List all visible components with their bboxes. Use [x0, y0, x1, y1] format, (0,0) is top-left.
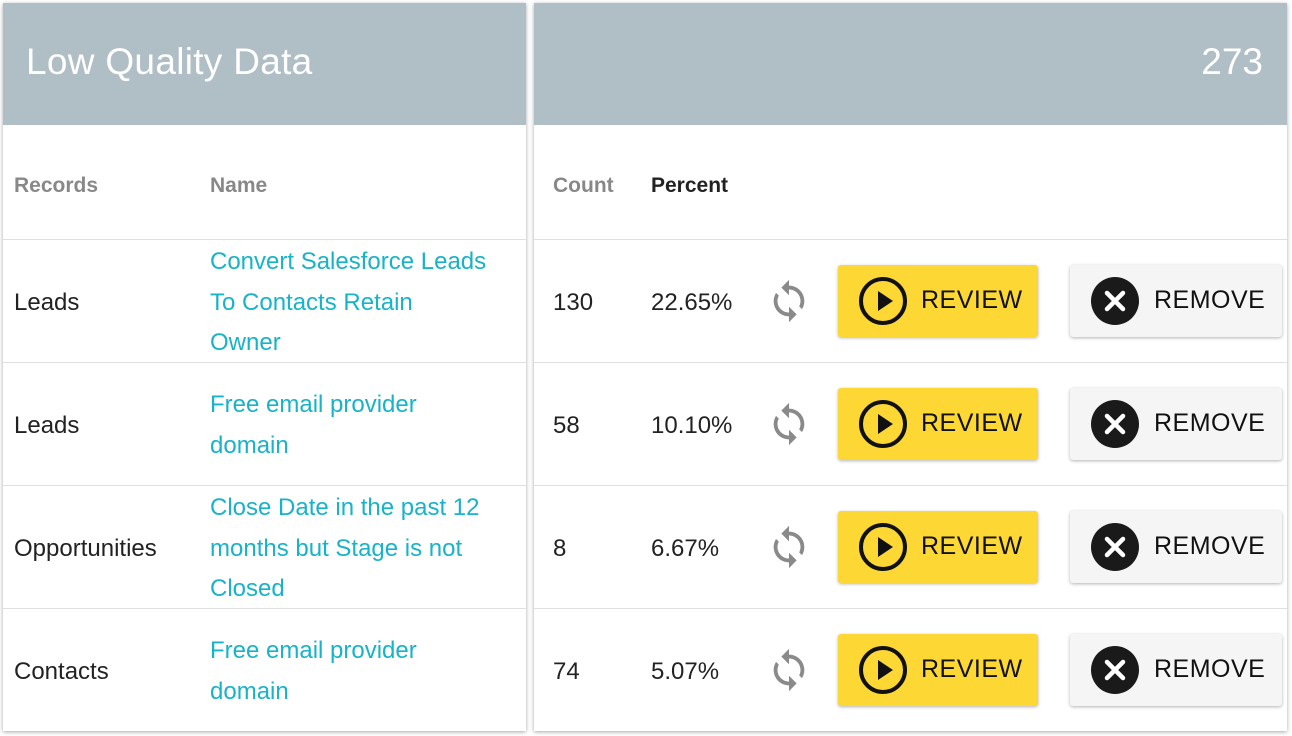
- record-count: 130: [553, 289, 594, 316]
- remove-button[interactable]: REMOVE: [1070, 634, 1282, 706]
- remove-button[interactable]: REMOVE: [1070, 265, 1282, 337]
- close-circle-icon: [1090, 522, 1140, 572]
- column-header-percent: Percent: [651, 174, 729, 197]
- rule-name-line: To Contacts Retain: [210, 288, 413, 316]
- play-circle-icon: [858, 522, 908, 572]
- remove-button[interactable]: REMOVE: [1070, 511, 1282, 583]
- rule-name-line: months but Stage is not: [210, 534, 463, 562]
- record-type: Opportunities: [14, 535, 157, 562]
- refresh-icon[interactable]: [766, 524, 812, 570]
- divider: [534, 485, 1287, 486]
- divider: [3, 239, 526, 240]
- divider: [534, 362, 1287, 363]
- card-title: Low Quality Data: [26, 41, 313, 82]
- rule-name-line: domain: [210, 431, 289, 459]
- close-circle-icon: [1090, 276, 1140, 326]
- rule-name-line: Convert Salesforce Leads: [210, 248, 487, 275]
- divider: [534, 239, 1287, 240]
- card-header: Low Quality Data: [3, 3, 526, 125]
- review-button-label: REVIEW: [921, 409, 1023, 437]
- record-type: Leads: [14, 412, 80, 439]
- total-count: 273: [1201, 41, 1263, 82]
- record-count: 74: [553, 658, 580, 685]
- refresh-icon[interactable]: [766, 278, 812, 324]
- play-circle-icon: [858, 276, 908, 326]
- table-left-section: Low Quality Data Records Name Leads Conv…: [3, 3, 526, 731]
- rule-name-line: Owner: [210, 329, 281, 356]
- rule-name-link[interactable]: Free email provider domain: [210, 631, 417, 712]
- rule-name-line: Free email provider: [210, 391, 417, 418]
- review-button-label: REVIEW: [921, 532, 1023, 560]
- rule-name-line: Closed: [210, 575, 285, 602]
- remove-button-label: REMOVE: [1154, 409, 1266, 437]
- divider: [3, 485, 526, 486]
- record-count: 58: [553, 412, 580, 439]
- record-percent: 5.07%: [651, 658, 720, 685]
- remove-button-label: REMOVE: [1154, 532, 1266, 560]
- column-header-name: Name: [210, 174, 268, 197]
- review-button-label: REVIEW: [921, 286, 1023, 314]
- record-type: Leads: [14, 289, 80, 316]
- review-button[interactable]: REVIEW: [838, 511, 1038, 583]
- table-right-section: 273 Count Percent 130 22.65% REVIEW REMO…: [534, 3, 1287, 731]
- column-header-count: Count: [553, 174, 614, 197]
- column-header-records: Records: [14, 174, 99, 197]
- close-circle-icon: [1090, 399, 1140, 449]
- review-button-label: REVIEW: [921, 655, 1023, 683]
- record-type: Contacts: [14, 658, 109, 685]
- play-circle-icon: [858, 645, 908, 695]
- rule-name-line: Close Date in the past 12: [210, 494, 480, 521]
- remove-button-label: REMOVE: [1154, 286, 1266, 314]
- record-count: 8: [553, 535, 567, 562]
- rule-name-line: domain: [210, 677, 289, 705]
- record-percent: 6.67%: [651, 535, 720, 562]
- divider: [534, 608, 1287, 609]
- record-percent: 10.10%: [651, 412, 733, 439]
- rule-name-line: Free email provider: [210, 637, 417, 664]
- review-button[interactable]: REVIEW: [838, 634, 1038, 706]
- rule-name-link[interactable]: Free email provider domain: [210, 385, 417, 466]
- remove-button[interactable]: REMOVE: [1070, 388, 1282, 460]
- refresh-icon[interactable]: [766, 401, 812, 447]
- rule-name-link[interactable]: Convert Salesforce Leads To Contacts Ret…: [210, 242, 486, 364]
- card-header: 273: [534, 3, 1287, 125]
- remove-button-label: REMOVE: [1154, 655, 1266, 683]
- review-button[interactable]: REVIEW: [838, 388, 1038, 460]
- record-percent: 22.65%: [651, 289, 733, 316]
- refresh-icon[interactable]: [766, 647, 812, 693]
- review-button[interactable]: REVIEW: [838, 265, 1038, 337]
- play-circle-icon: [858, 399, 908, 449]
- close-circle-icon: [1090, 645, 1140, 695]
- rule-name-link[interactable]: Close Date in the past 12 months but Sta…: [210, 488, 480, 610]
